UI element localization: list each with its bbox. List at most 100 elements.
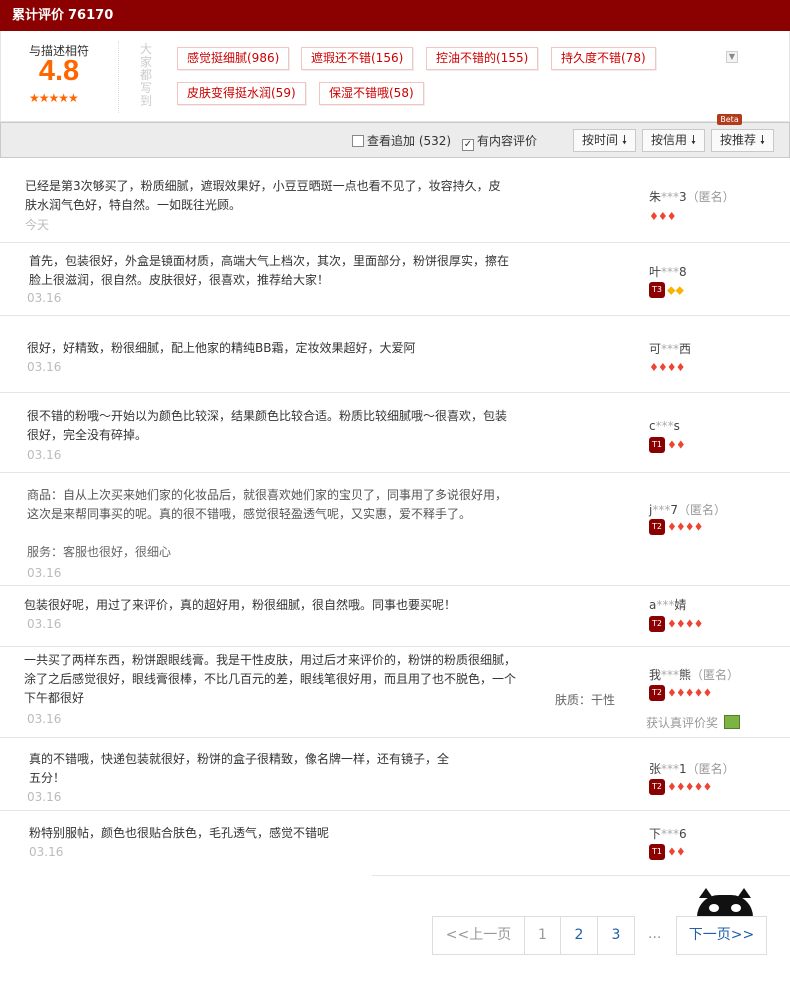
tier-badge-icon: T2 xyxy=(649,779,665,795)
content-filter[interactable]: ✓ 有内容评价 xyxy=(462,133,538,151)
heart-level-icon: ♦♦♦♦ xyxy=(649,361,685,374)
review-content: 首先，包装很好，外盒是镜面材质，高端大气上档次，其次，里面部分，粉饼很厚实，擦在… xyxy=(29,254,510,287)
review-item: 一共买了两样东西，粉饼跟眼线膏。我是干性皮肤，用过后才来评价的，粉饼的粉质很细腻… xyxy=(0,647,790,738)
reviewer-level: T2 ♦♦♦♦♦ xyxy=(649,685,712,701)
review-date: 03.16 xyxy=(29,845,64,859)
impression-tag[interactable]: 控油不错的(155) xyxy=(426,47,539,70)
prev-page-button[interactable]: <<上一页 xyxy=(432,916,525,955)
impression-tag[interactable]: 持久度不错(78) xyxy=(551,47,656,70)
expand-tags-icon[interactable]: ▼ xyxy=(726,51,738,63)
heart-level-icon: ♦♦♦♦ xyxy=(667,520,703,534)
impression-tag[interactable]: 感觉挺细腻(986) xyxy=(177,47,290,70)
review-content: 包装很好呢，用过了来评价，真的超好用，粉很细腻，很自然哦。同事也要买呢！ xyxy=(24,598,457,612)
append-filter[interactable]: 查看追加 (532) xyxy=(352,133,451,149)
review-date: 今天 xyxy=(25,218,50,232)
content-filter-label: 有内容评价 xyxy=(477,134,538,148)
review-content: 一共买了两样东西，粉饼跟眼线膏。我是干性皮肤，用过后才来评价的，粉饼的粉质很细腻… xyxy=(24,653,517,705)
reviewer-level: T1 ♦♦ xyxy=(649,437,686,453)
score-box: 与描述相符 4.8 ★★★★★ xyxy=(1,31,117,121)
checkbox-icon[interactable] xyxy=(352,135,364,147)
reviewer-tail: 熊 xyxy=(679,668,692,682)
review-date: 03.16 xyxy=(27,790,62,804)
reviewer-tail: 8 xyxy=(679,265,687,279)
review-content: 已经是第3次够买了，粉质细腻，遮瑕效果好，小豆豆晒斑一点也看不见了，妆容持久，皮… xyxy=(25,179,501,212)
sort-by-time-button[interactable]: 按时间 🠗 xyxy=(573,129,636,152)
review-content: 粉特别服帖，颜色也很贴合肤色，毛孔透气，感觉不错呢 xyxy=(29,826,330,840)
review-content: 很不错的粉哦～开始以为颜色比较深，结果颜色比较合适。粉质比较细腻哦～很喜欢，包装… xyxy=(27,409,508,442)
reward-text: 获认真评价奖 xyxy=(646,716,719,730)
reviewer-level: ♦♦♦♦ xyxy=(649,360,685,374)
reviewer-initial: c xyxy=(649,419,656,433)
heart-level-icon: ♦♦ xyxy=(667,845,686,859)
tier-badge-icon: T2 xyxy=(649,519,665,535)
impression-tag[interactable]: 保湿不错哦(58) xyxy=(319,82,424,105)
reviewer-name[interactable]: 叶***8 xyxy=(649,263,687,280)
review-item: 很好，好精致，粉很细腻，配上他家的精纯BB霜，定妆效果超好，大爱阿 03.16 … xyxy=(0,316,790,393)
gift-icon xyxy=(724,715,741,729)
page-button-3[interactable]: 3 xyxy=(597,916,635,955)
sort-by-credit-button[interactable]: 按信用 🠗 xyxy=(642,129,705,152)
next-page-button[interactable]: 下一页>> xyxy=(676,916,767,955)
review-date: 03.16 xyxy=(27,291,62,305)
review-date: 03.16 xyxy=(27,617,62,631)
reviews-title: 累计评价 xyxy=(12,8,65,23)
review-item: 真的不错哦，快递包装就很好，粉饼的盒子很精致，像名牌一样，还有镜子，全五分！ 0… xyxy=(0,738,790,811)
page-button-2[interactable]: 2 xyxy=(560,916,598,955)
tier-badge-icon: T3 xyxy=(649,282,665,298)
reviewer-tail: 西 xyxy=(679,342,692,356)
reviewer-tail: 1 xyxy=(679,762,687,776)
sort-by-recommend-label: 按推荐 xyxy=(720,133,757,147)
service-comment: 服务：客服也很好，很细心 xyxy=(27,545,172,559)
reviewer-name[interactable]: c***s xyxy=(649,419,680,433)
reviewer-name[interactable]: 下***6 xyxy=(649,825,687,842)
sort-by-credit-label: 按信用 xyxy=(651,133,688,147)
impression-tag[interactable]: 皮肤变得挺水润(59) xyxy=(177,82,306,105)
arrow-down-icon: 🠗 xyxy=(759,133,765,147)
page-button-1[interactable]: 1 xyxy=(524,916,561,955)
review-date: 03.16 xyxy=(27,712,62,726)
reviewer-initial: 可 xyxy=(649,342,662,356)
sort-by-recommend-button[interactable]: 按推荐 🠗 xyxy=(711,129,774,152)
rating-summary: 与描述相符 4.8 ★★★★★ 大家都写到 感觉挺细腻(986) 遮瑕还不错(1… xyxy=(0,31,790,122)
reviewer-level: T3 ◆◆ xyxy=(649,282,684,298)
heart-level-icon: ♦♦♦♦♦ xyxy=(667,686,712,700)
reviews-header: 累计评价 76170 xyxy=(0,0,790,31)
reviewer-level: T2 ♦♦♦♦ xyxy=(649,519,703,535)
reviewer-mask: *** xyxy=(661,668,680,682)
reviewer-initial: 下 xyxy=(649,827,662,841)
reviewer-level: T2 ♦♦♦♦♦ xyxy=(649,779,712,795)
review-content: 真的不错哦，快递包装就很好，粉饼的盒子很精致，像名牌一样，还有镜子，全五分！ xyxy=(29,752,450,785)
score-value: 4.8 xyxy=(38,55,80,87)
reviewer-initial: 张 xyxy=(649,762,662,776)
heart-level-icon: ♦♦ xyxy=(667,438,686,452)
reviews-count: 76170 xyxy=(68,8,114,23)
reviewer-name[interactable]: a***婧 xyxy=(649,596,686,613)
reviewer-name[interactable]: 朱***3（匿名） xyxy=(649,188,735,205)
reviewer-name[interactable]: 张***1（匿名） xyxy=(649,760,735,777)
divider xyxy=(372,875,790,876)
reviewer-initial: 叶 xyxy=(649,265,662,279)
reviewer-mask: *** xyxy=(652,503,671,517)
reviewer-name[interactable]: 可***西 xyxy=(649,340,691,357)
reviewer-mask: *** xyxy=(661,265,680,279)
reviewer-level: T2 ♦♦♦♦ xyxy=(649,616,703,632)
beta-badge: Beta xyxy=(717,114,742,125)
append-filter-label: 查看追加 xyxy=(367,134,416,148)
filter-bar: 查看追加 (532) ✓ 有内容评价 按时间 🠗 按信用 🠗 按推荐 🠗 xyxy=(0,122,790,158)
reward-label[interactable]: 获认真评价奖 xyxy=(646,714,741,731)
checkbox-checked-icon[interactable]: ✓ xyxy=(462,139,474,151)
anonymous-label: （匿名） xyxy=(691,668,740,682)
tags-label: 大家都写到 xyxy=(140,42,153,108)
reviewer-level: ♦♦♦ xyxy=(649,209,677,223)
reviewer-initial: 我 xyxy=(649,668,662,682)
reviewer-mask: *** xyxy=(656,598,675,612)
arrow-down-icon: 🠗 xyxy=(621,133,627,147)
impression-tag[interactable]: 遮瑕还不错(156) xyxy=(301,47,414,70)
reviewer-name[interactable]: 我***熊（匿名） xyxy=(649,666,739,683)
append-count: (532) xyxy=(418,134,452,148)
reviewer-tail: 7 xyxy=(670,503,678,517)
reviewer-mask: *** xyxy=(661,342,680,356)
review-item: 很不错的粉哦～开始以为颜色比较深，结果颜色比较合适。粉质比较细腻哦～很喜欢，包装… xyxy=(0,393,790,473)
reviewer-name[interactable]: j***7（匿名） xyxy=(649,501,726,518)
tier-badge-icon: T1 xyxy=(649,437,665,453)
